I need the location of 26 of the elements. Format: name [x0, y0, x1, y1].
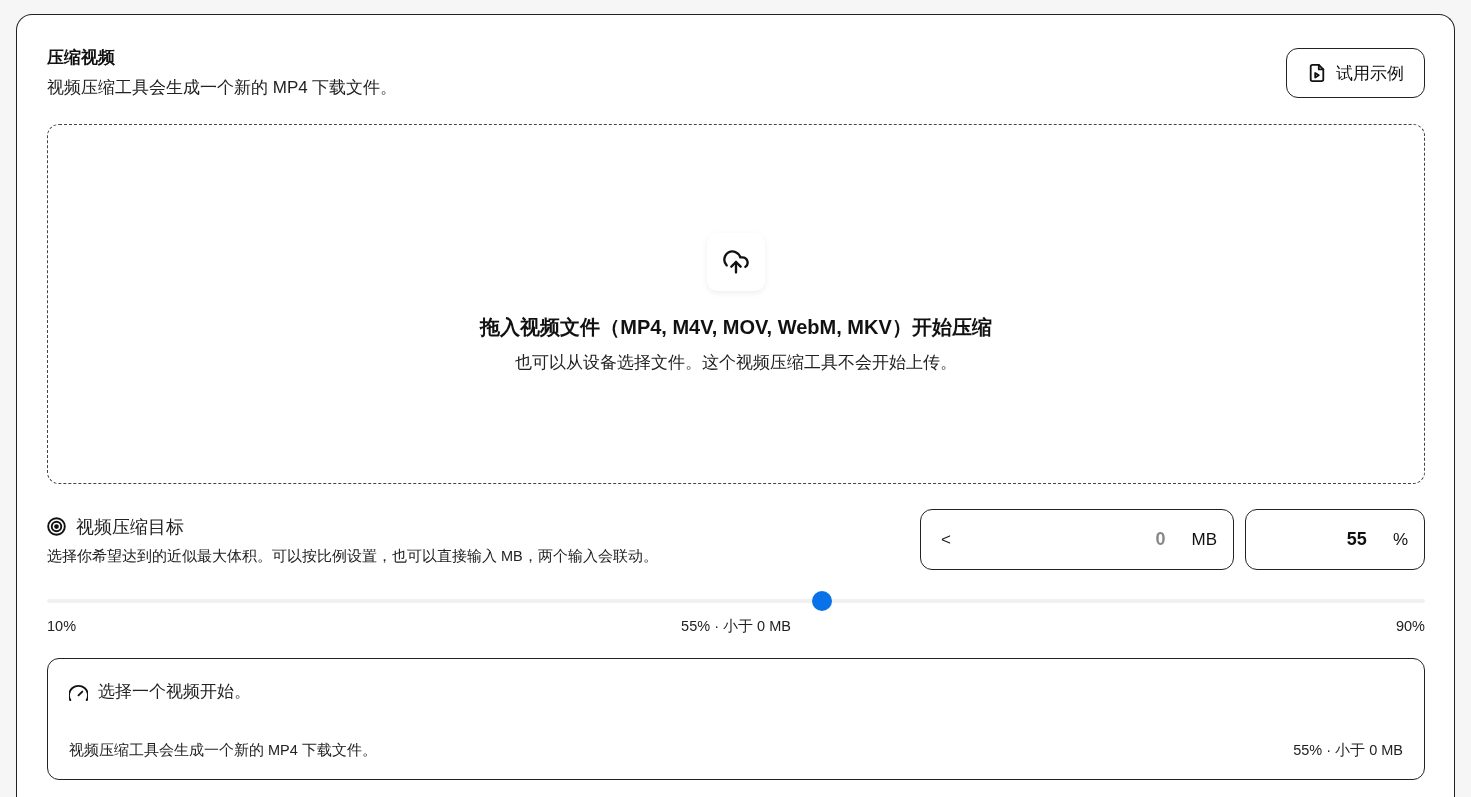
file-drop-zone[interactable]: 拖入视频文件（MP4, M4V, MOV, WebM, MKV）开始压缩 也可以从设备选择文件。这个视频压缩工具不会开始上传。: [47, 124, 1425, 484]
less-than-label: <: [941, 529, 951, 550]
page-title: 压缩视频: [47, 47, 116, 69]
drop-zone-hint: 也可以从设备选择文件。这个视频压缩工具不会开始上传。: [515, 352, 957, 374]
cloud-upload-icon: [707, 233, 765, 291]
status-note: 视频压缩工具会生成一个新的 MP4 下载文件。: [69, 741, 377, 759]
max-label: 90%: [1395, 617, 1425, 635]
gauge-icon: [69, 682, 88, 702]
target-icon: [47, 517, 66, 536]
percent-input[interactable]: 55: [1266, 529, 1367, 550]
min-label: 10%: [47, 617, 77, 635]
target-title: 视频压缩目标: [76, 515, 184, 539]
try-sample-button[interactable]: 试用示例: [1286, 48, 1425, 98]
page-subtitle: 视频压缩工具会生成一个新的 MP4 下载文件。: [47, 77, 398, 99]
unit-label: MB: [1191, 529, 1217, 550]
unit-label: %: [1392, 529, 1408, 550]
status-summary: 55% · 小于 0 MB: [1293, 741, 1403, 759]
percent-input-box[interactable]: 55 %: [1245, 509, 1425, 570]
video-file-icon: [1308, 64, 1326, 82]
drop-zone-title: 拖入视频文件（MP4, M4V, MOV, WebM, MKV）开始压缩: [480, 315, 992, 340]
status-message: 选择一个视频开始。: [98, 681, 251, 703]
size-input[interactable]: 0: [950, 529, 1166, 550]
slider-thumb[interactable]: [812, 591, 833, 611]
value-label: 55% · 小于 0 MB: [681, 617, 791, 635]
size-input-box[interactable]: < 0 MB: [920, 509, 1234, 570]
target-description: 选择你希望达到的近似最大体积。可以按比例设置，也可以直接输入 MB，两个输入会联动。: [47, 546, 658, 565]
